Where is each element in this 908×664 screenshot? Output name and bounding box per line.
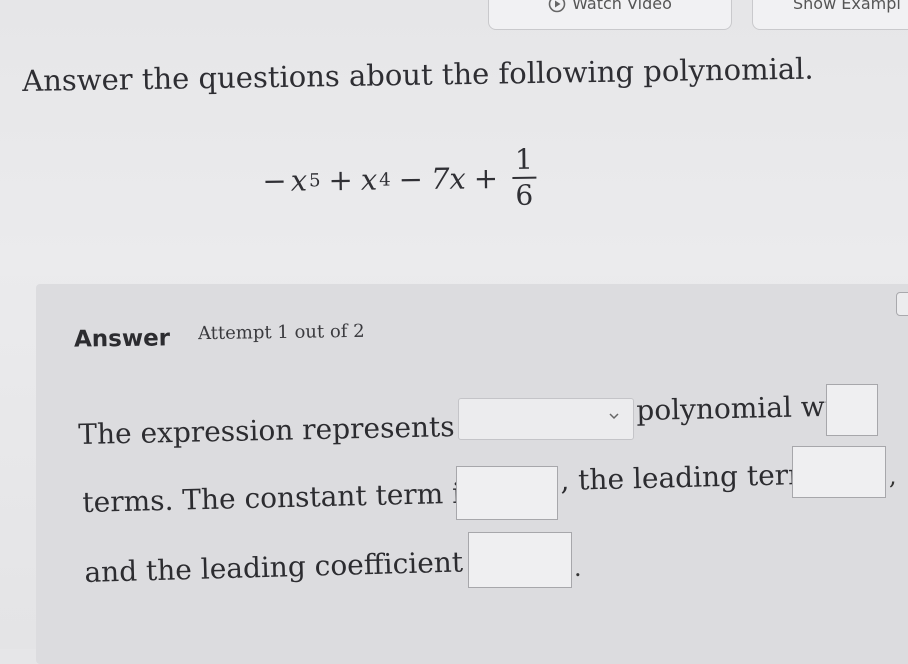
term3: 7x xyxy=(430,161,466,196)
operator-3: + xyxy=(473,161,499,196)
watch-video-button[interactable]: Watch Video xyxy=(488,0,732,30)
term1-exponent: 5 xyxy=(308,169,321,191)
leading-coefficient-input[interactable] xyxy=(468,532,572,588)
period-after-coefficient: . xyxy=(574,554,582,582)
number-of-terms-input[interactable] xyxy=(826,384,878,436)
comma-after-leading-term: , xyxy=(889,462,897,490)
polynomial-type-dropdown[interactable] xyxy=(458,398,634,440)
term1-sign: − xyxy=(262,163,287,198)
show-example-button[interactable]: Show Exampl xyxy=(752,0,908,30)
question-prompt: Answer the questions about the following… xyxy=(22,51,814,98)
term2-var: x xyxy=(360,162,378,197)
term1-var: x xyxy=(290,163,308,198)
answer-heading: Answer xyxy=(73,325,171,353)
leading-term-input[interactable] xyxy=(792,446,886,498)
term2-exponent: 4 xyxy=(379,168,391,191)
attempt-counter: Attempt 1 out of 2 xyxy=(197,320,365,345)
operator-2: − xyxy=(398,162,424,197)
fraction-denominator: 6 xyxy=(515,178,534,212)
play-circle-icon xyxy=(548,0,566,13)
polynomial-formula: − x5 + x4 − 7x + 1 6 xyxy=(262,143,537,216)
fraction-numerator: 1 xyxy=(514,142,533,176)
calculator-icon[interactable] xyxy=(896,292,908,316)
operator-1: + xyxy=(328,162,354,198)
chevron-down-icon xyxy=(609,413,619,420)
show-example-label: Show Exampl xyxy=(793,0,901,13)
constant-term-input[interactable] xyxy=(456,466,558,520)
constant-fraction: 1 6 xyxy=(512,143,537,213)
watch-video-label: Watch Video xyxy=(572,0,672,13)
